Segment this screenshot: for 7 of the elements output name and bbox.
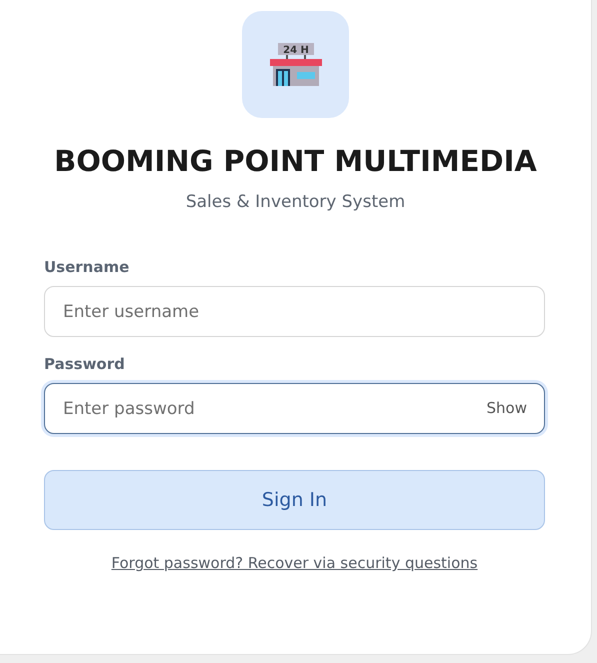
app-title: BOOMING POINT MULTIMEDIA [54,144,537,178]
app-subtitle: Sales & Inventory System [186,192,406,212]
sign-in-button[interactable]: Sign In [44,470,545,530]
show-password-button[interactable]: Show [486,399,527,417]
recover-link[interactable]: Forgot password? Recover via security questions [111,554,478,572]
field-label: Password [44,355,126,373]
field-label: Username [44,258,130,276]
